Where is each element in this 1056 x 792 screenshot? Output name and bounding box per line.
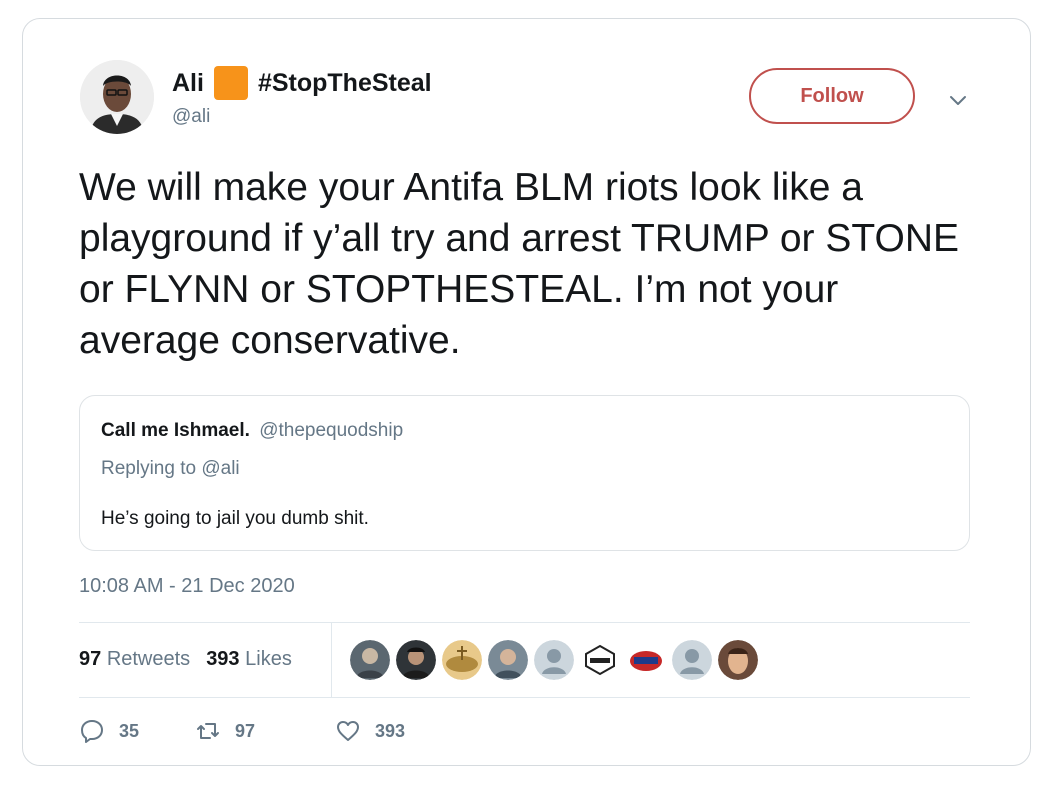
likes-label: Likes (245, 648, 292, 670)
retweets-label: Retweets (106, 648, 191, 670)
liker-avatar[interactable] (442, 640, 482, 680)
retweet-count: 97 (235, 720, 256, 741)
stats-divider (331, 623, 332, 697)
engagement-stats: 97 Retweets 393 Likes (79, 648, 292, 671)
reply-icon (79, 718, 105, 744)
like-count: 393 (375, 720, 406, 741)
divider (79, 697, 970, 698)
replying-to: Replying to @ali (101, 458, 240, 480)
author-handle[interactable]: @ali (172, 106, 210, 128)
tweet-text: We will make your Antifa BLM riots look … (79, 166, 959, 362)
likes-count: 393 (206, 648, 240, 670)
quoted-author-handle[interactable]: @thepequodship (259, 420, 403, 441)
retweets-count: 97 (79, 648, 102, 670)
author-display-name[interactable]: Ali (172, 69, 204, 98)
maga-logo-icon[interactable] (626, 640, 666, 680)
liker-avatar[interactable] (488, 640, 528, 680)
quoted-reply[interactable]: Call me Ishmael. @thepequodship Replying… (79, 395, 970, 551)
tweet-timestamp[interactable]: 10:08 AM - 21 Dec 2020 (79, 575, 295, 598)
liker-avatar[interactable] (350, 640, 390, 680)
quoted-author-name[interactable]: Call me Ishmael. (101, 420, 250, 441)
follow-button[interactable]: Follow (749, 68, 915, 124)
quoted-reply-text: He’s going to jail you dumb shit. (101, 508, 369, 529)
reply-button[interactable]: 35 (79, 718, 195, 744)
default-avatar-icon[interactable] (672, 640, 712, 680)
quoted-reply-header: Call me Ishmael. @thepequodship (101, 420, 403, 442)
liker-avatar[interactable] (718, 640, 758, 680)
like-button[interactable]: 393 (335, 718, 405, 744)
divider (79, 622, 970, 623)
replying-to-handle[interactable]: @ali (201, 458, 239, 479)
retweet-button[interactable]: 97 (195, 718, 335, 744)
liker-avatars (350, 640, 758, 680)
author-avatar[interactable] (80, 60, 154, 134)
author-hashtag-name[interactable]: #StopTheSteal (258, 69, 432, 98)
retweets-stat[interactable]: 97 Retweets (79, 648, 190, 671)
reply-count: 35 (119, 720, 140, 741)
author-name-row[interactable]: Ali #StopTheSteal (172, 66, 432, 100)
heart-icon (335, 718, 361, 744)
maverick-logo-icon[interactable] (580, 640, 620, 680)
retweet-icon (195, 718, 221, 744)
chevron-down-icon[interactable] (944, 86, 972, 114)
default-avatar-icon[interactable] (534, 640, 574, 680)
liker-avatar[interactable] (396, 640, 436, 680)
tweet-actions: 35 97 393 (79, 718, 405, 744)
likes-stat[interactable]: 393 Likes (206, 648, 292, 671)
orange-square-icon (213, 66, 248, 100)
replying-to-label: Replying to (101, 458, 197, 479)
